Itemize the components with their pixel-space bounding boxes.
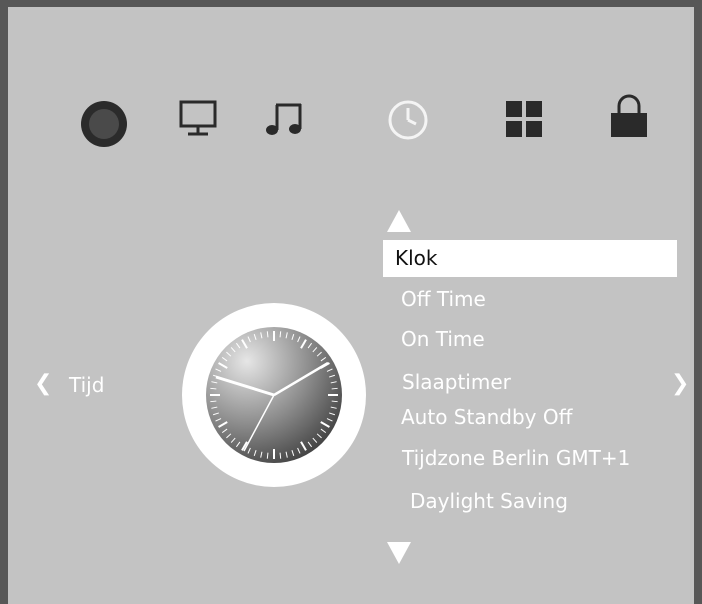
clock-tick — [266, 331, 269, 338]
clock-icon[interactable] — [386, 98, 430, 142]
music-note-icon[interactable] — [262, 99, 308, 139]
nav-left-chevron[interactable]: ❮ — [34, 371, 52, 396]
menu-item-off-time[interactable]: Off Time — [401, 287, 486, 311]
scroll-down-arrow[interactable] — [387, 542, 411, 564]
record-icon[interactable] — [78, 98, 130, 150]
grid-apps-icon[interactable] — [504, 99, 544, 139]
menu-item-slaaptimer[interactable]: Slaaptimer — [402, 370, 511, 394]
menu-item-klok[interactable]: Klok — [383, 240, 677, 277]
clock-tick — [279, 331, 282, 338]
scroll-up-arrow[interactable] — [387, 210, 411, 232]
clock-tick — [279, 452, 282, 459]
clock-tick — [331, 387, 338, 390]
menu-item-daylight-saving[interactable]: Daylight Saving — [410, 489, 568, 513]
menu-item-on-time[interactable]: On Time — [401, 327, 485, 351]
clock-illustration — [182, 303, 366, 487]
menu-item-tijdzone[interactable]: Tijdzone Berlin GMT+1 — [402, 446, 630, 470]
nav-right-chevron[interactable]: ❯ — [671, 371, 689, 396]
clock-tick — [266, 452, 269, 459]
clock-tick — [331, 400, 338, 403]
monitor-icon[interactable] — [178, 99, 218, 139]
section-label-tijd: Tijd — [69, 373, 105, 397]
clock-tick — [210, 387, 217, 390]
lock-icon[interactable] — [608, 94, 650, 140]
menu-item-auto-standby-off[interactable]: Auto Standby Off — [401, 405, 572, 429]
clock-tick — [210, 400, 217, 403]
